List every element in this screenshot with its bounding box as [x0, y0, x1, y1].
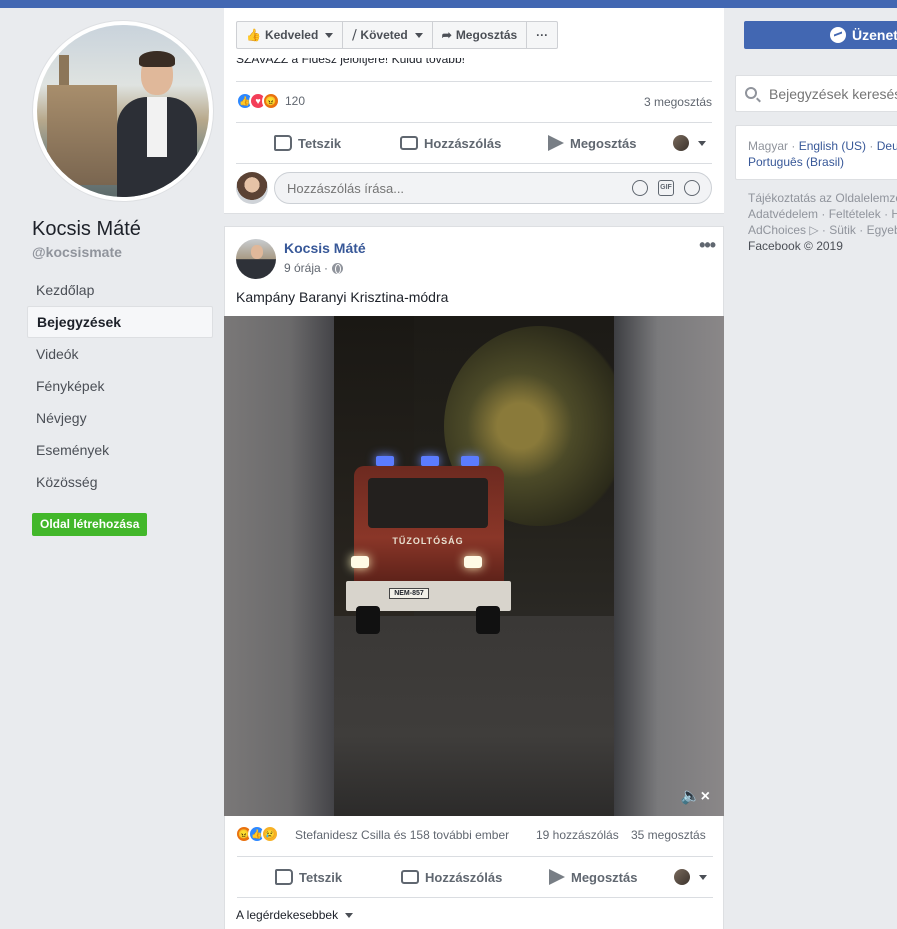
like-page-button[interactable]: 👍 Kedveled [237, 22, 344, 48]
search-icon [745, 87, 757, 99]
divider [237, 897, 713, 898]
fire-truck: TŰZOLTÓSÁG NEM-857 [346, 456, 526, 636]
chevron-down-icon [345, 912, 354, 918]
share-button[interactable]: Megosztás [549, 869, 637, 885]
profile-picture[interactable] [33, 21, 213, 201]
post-text: Kampány Baranyi Krisztina-módra [236, 289, 449, 305]
comment-icon [401, 870, 419, 884]
post-author[interactable]: Kocsis Máté [284, 240, 366, 256]
page-title[interactable]: Kocsis Máté [32, 218, 141, 241]
comment-button[interactable]: Hozzászólás [401, 870, 502, 885]
chevron-down-icon [698, 140, 706, 146]
footer-line[interactable]: Tájékoztatás az Oldalelemzésekről [748, 190, 897, 206]
share-icon [549, 869, 565, 885]
comment-sort-dropdown[interactable]: A legérdekesebbek [236, 908, 354, 922]
video-player[interactable]: TŰZOLTÓSÁG NEM-857 🔈× [224, 316, 724, 816]
sad-reaction-icon: 😢 [261, 825, 279, 843]
comment-icon [400, 136, 418, 150]
reactions-by[interactable]: Stefanidesz Csilla és 158 további ember [295, 828, 509, 842]
footer-line[interactable]: AdChoices ▷ · Sütik · Egyebek [748, 222, 897, 238]
chevron-down-icon [414, 32, 423, 38]
share-page-button[interactable]: ➦ Megosztás [433, 22, 528, 48]
current-language: Magyar · [748, 139, 796, 153]
reaction-count: 120 [285, 94, 306, 108]
share-arrow-icon: ➦ [441, 28, 452, 42]
sticker-icon[interactable] [684, 180, 700, 196]
left-nav: Kezdőlap Bejegyzések Videók Fényképek Né… [27, 274, 213, 498]
post-timestamp[interactable]: 9 órája · [284, 261, 344, 275]
nav-item-kezdolap[interactable]: Kezdőlap [27, 274, 213, 306]
rss-icon: ⧸ [352, 27, 357, 42]
post-search [735, 75, 897, 112]
nav-item-nevjegy[interactable]: Névjegy [27, 402, 213, 434]
create-page-button[interactable]: Oldal létrehozása [32, 513, 148, 536]
avatar [673, 135, 689, 151]
copyright: Facebook © 2019 [748, 239, 843, 253]
nav-item-esemenyek[interactable]: Események [27, 434, 213, 466]
comment-count[interactable]: 19 hozzászólás [536, 828, 619, 842]
search-input[interactable] [769, 84, 897, 104]
share-count[interactable]: 3 megosztás [644, 95, 712, 109]
reaction-summary[interactable]: 👍 ♥ 😠 120 [236, 92, 305, 110]
post-options-button[interactable]: ••• [699, 235, 716, 256]
gif-icon[interactable]: GIF [658, 180, 674, 196]
audience-selector[interactable] [674, 869, 707, 885]
follow-page-button[interactable]: ⧸ Követed [343, 22, 433, 48]
language-link[interactable]: Deutsch [877, 139, 897, 153]
messenger-icon [830, 27, 846, 43]
reaction-summary[interactable]: 😠 👍 😢 [235, 825, 279, 843]
nav-item-bejegyzesek[interactable]: Bejegyzések [27, 306, 213, 338]
language-link[interactable]: English (US) [799, 139, 866, 153]
chevron-down-icon [699, 874, 707, 880]
avatar[interactable] [236, 239, 276, 279]
share-count[interactable]: 35 megosztás [631, 828, 706, 842]
angry-reaction-icon: 😠 [262, 92, 280, 110]
thumbs-up-icon: 👍 [246, 28, 261, 42]
globe-icon [332, 262, 344, 274]
divider [236, 163, 712, 164]
like-button[interactable]: Tetszik [275, 869, 342, 885]
divider [236, 81, 712, 82]
comment-button[interactable]: Hozzászólás [400, 136, 501, 151]
language-link[interactable]: Português (Brasil) [748, 155, 844, 169]
footer-links: Tájékoztatás az Oldalelemzésekről Adatvé… [748, 190, 897, 254]
thumbs-up-icon [274, 135, 292, 151]
more-options-button[interactable]: ··· [527, 22, 557, 48]
comment-composer: GIF [236, 172, 712, 206]
post-text-cut: SZAVAZZ a Fidesz jelöltjére! Küldd továb… [236, 58, 465, 66]
page-action-bar: 👍 Kedveled ⧸ Követed ➦ Megosztás ··· [224, 8, 724, 62]
message-button[interactable]: Üzenet [744, 21, 897, 49]
top-bar [0, 0, 897, 8]
previous-post: SZAVAZZ a Fidesz jelöltjére! Küldd továb… [224, 58, 724, 214]
share-icon [548, 135, 564, 151]
nav-item-videok[interactable]: Videók [27, 338, 213, 370]
audience-selector[interactable] [673, 135, 706, 151]
language-selector: Magyar · English (US) · Deutsch Portuguê… [735, 125, 897, 180]
thumbs-up-icon [275, 869, 293, 885]
page-handle[interactable]: @kocsismate [32, 244, 122, 260]
footer-line[interactable]: Adatvédelem · Feltételek · Hirdetések [748, 206, 897, 222]
avatar[interactable] [236, 172, 268, 204]
post: Kocsis Máté 9 órája · ••• Kampány Barany… [224, 226, 724, 929]
mute-icon[interactable]: 🔈× [681, 786, 710, 806]
avatar [674, 869, 690, 885]
nav-item-kozosseg[interactable]: Közösség [27, 466, 213, 498]
chevron-down-icon [325, 32, 334, 38]
like-button[interactable]: Tetszik [274, 135, 341, 151]
emoji-icon[interactable] [632, 180, 648, 196]
share-button[interactable]: Megosztás [548, 135, 636, 151]
nav-item-fenykepek[interactable]: Fényképek [27, 370, 213, 402]
